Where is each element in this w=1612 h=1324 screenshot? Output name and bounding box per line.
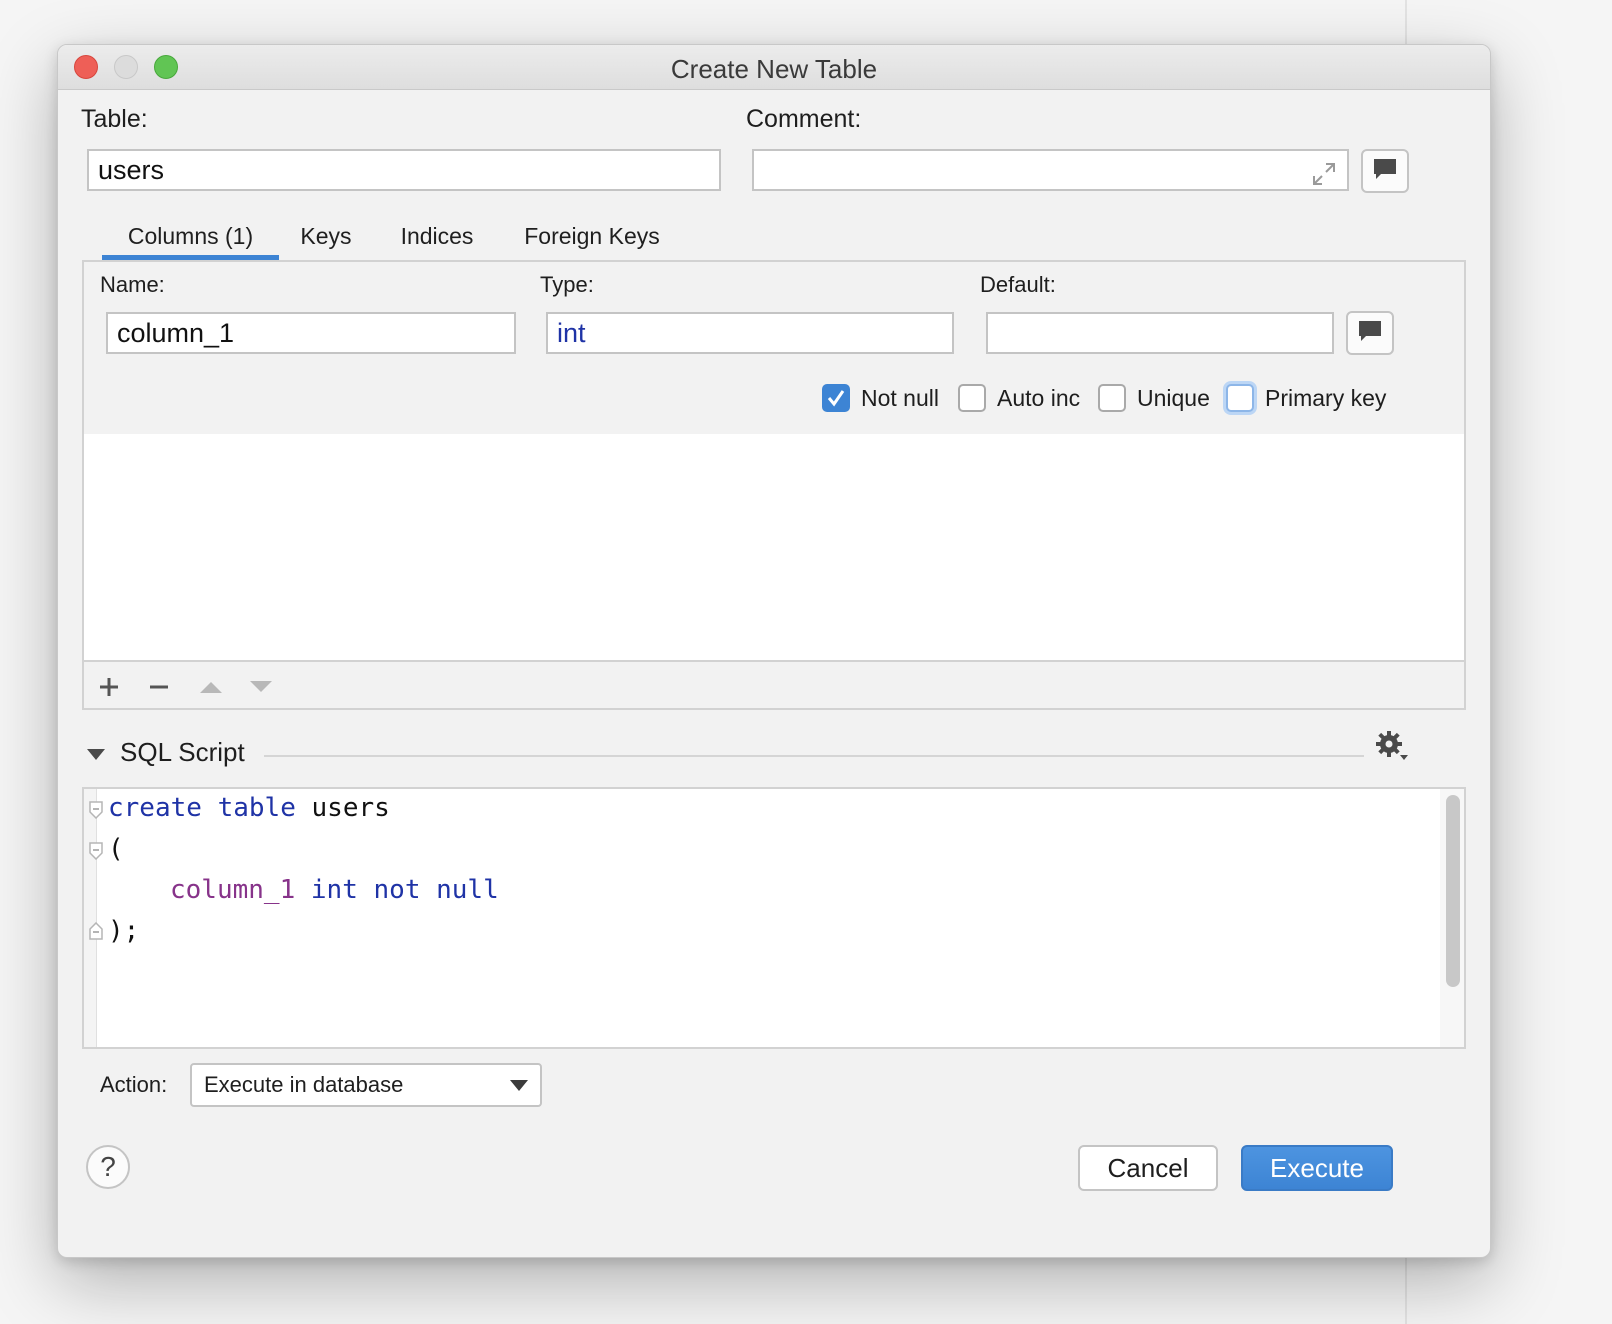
window-title: Create New Table: [670, 54, 878, 84]
column-type-input[interactable]: int: [546, 312, 954, 354]
speech-bubble-icon: [1372, 157, 1398, 186]
fold-marker-icon[interactable]: [89, 842, 103, 860]
sql-keyword: create: [108, 793, 202, 823]
column-name-input[interactable]: column_1: [106, 312, 516, 354]
not-null-checkbox[interactable]: [822, 384, 850, 412]
unique-label: Unique: [1137, 385, 1210, 411]
comment-editor-button[interactable]: [1361, 149, 1409, 193]
sql-column-name: column_1: [170, 875, 296, 905]
column-name-value: column_1: [117, 317, 235, 348]
code-line-1: create table users: [108, 793, 390, 823]
gear-icon[interactable]: [1374, 729, 1410, 770]
code-line-3: column_1 int not null: [170, 875, 499, 905]
fold-marker-icon[interactable]: [89, 801, 103, 819]
sql-table-name: users: [311, 793, 390, 823]
columns-panel: Name: column_1 Type: int Default: Not nu…: [82, 260, 1466, 710]
sql-keyword: table: [217, 793, 296, 823]
arrow-down-icon: [250, 681, 272, 692]
cancel-button[interactable]: Cancel: [1078, 1145, 1218, 1191]
action-selected-value: Execute in database: [204, 1072, 404, 1097]
plus-icon: [100, 678, 118, 696]
columns-list[interactable]: [84, 434, 1464, 662]
triangle-down-icon[interactable]: [86, 747, 106, 766]
tab-columns[interactable]: Columns (1): [102, 223, 279, 259]
tab-indices[interactable]: Indices: [388, 223, 486, 259]
column-name-label: Name:: [100, 272, 165, 297]
title-bar: Create New Table: [58, 45, 1490, 90]
action-select[interactable]: Execute in database: [190, 1063, 542, 1107]
unique-checkbox[interactable]: [1098, 384, 1126, 412]
move-up-button[interactable]: [194, 670, 228, 704]
column-default-label: Default:: [980, 272, 1056, 297]
tab-foreign-keys[interactable]: Foreign Keys: [513, 223, 671, 259]
sql-constraint: not null: [373, 875, 499, 905]
sql-editor[interactable]: create table users ( column_1 int not nu…: [82, 787, 1466, 1049]
column-type-label: Type:: [540, 272, 594, 297]
editor-scrollbar[interactable]: [1446, 795, 1460, 987]
code-line-2: (: [108, 834, 124, 864]
minus-icon: [150, 685, 168, 689]
comment-input[interactable]: [752, 149, 1349, 191]
fold-end-marker-icon[interactable]: [89, 922, 103, 940]
column-type-value: int: [557, 317, 586, 348]
auto-inc-label: Auto inc: [997, 385, 1081, 411]
chevron-down-icon: [510, 1080, 528, 1091]
table-name-value: users: [98, 154, 165, 185]
table-label: Table:: [81, 105, 148, 133]
add-column-button[interactable]: [92, 670, 126, 704]
remove-column-button[interactable]: [142, 670, 176, 704]
tab-keys[interactable]: Keys: [288, 223, 364, 259]
move-down-button[interactable]: [244, 670, 278, 704]
arrow-up-icon: [200, 682, 222, 693]
table-name-input[interactable]: users: [87, 149, 721, 191]
sql-type: int: [310, 875, 358, 905]
not-null-label: Not null: [861, 385, 939, 411]
speech-bubble-icon: [1357, 319, 1383, 348]
primary-key-label: Primary key: [1265, 385, 1387, 411]
action-label: Action:: [100, 1072, 168, 1097]
section-divider: [264, 755, 1364, 757]
primary-key-checkbox[interactable]: [1226, 384, 1254, 412]
editor-gutter: [84, 789, 97, 1047]
column-default-input[interactable]: [986, 312, 1334, 354]
execute-button[interactable]: Execute: [1241, 1145, 1393, 1191]
code-line-4: );: [108, 916, 140, 946]
sql-script-title[interactable]: SQL Script: [120, 737, 245, 768]
help-button[interactable]: ?: [86, 1145, 130, 1189]
create-table-dialog: Create New Table Table: users Comment: C…: [57, 44, 1491, 1258]
comment-label: Comment:: [746, 105, 862, 133]
expand-icon[interactable]: [1311, 161, 1337, 194]
column-comment-button[interactable]: [1346, 311, 1394, 355]
auto-inc-checkbox[interactable]: [958, 384, 986, 412]
checkmark-icon: [827, 390, 845, 407]
